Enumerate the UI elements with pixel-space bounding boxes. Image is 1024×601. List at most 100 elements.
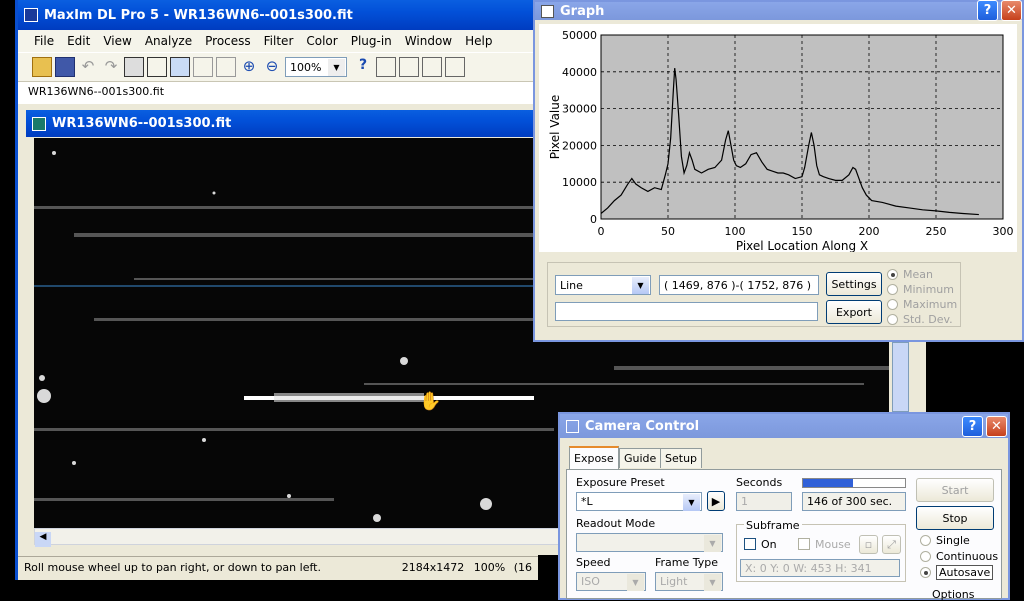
camera-help-button[interactable]: ? (962, 416, 983, 437)
zoom-out-icon[interactable]: ⊖ (262, 57, 282, 77)
save-icon[interactable] (55, 57, 75, 77)
exposure-preset-select[interactable]: *L ▼ (576, 492, 702, 511)
status-bar: Roll mouse wheel up to pan right, or dow… (18, 556, 538, 578)
crop-icon[interactable] (147, 57, 167, 77)
continuous-radio[interactable]: Continuous (920, 549, 998, 564)
stat-option-std-dev-[interactable]: Std. Dev. (887, 312, 957, 327)
camera-app-icon (566, 419, 579, 433)
status-zoom: 100% (473, 561, 506, 574)
readout-mode-select[interactable]: ▼ (576, 533, 723, 552)
main-title-bar[interactable]: MaxIm DL Pro 5 - WR136WN6--001s300.fit (18, 0, 538, 30)
speed-label: Speed (576, 556, 611, 569)
menu-item-process[interactable]: Process (205, 34, 251, 48)
preset-play-button[interactable]: ▶ (707, 491, 725, 511)
menu-item-window[interactable]: Window (405, 34, 452, 48)
menu-item-filter[interactable]: Filter (264, 34, 294, 48)
tab-expose[interactable]: Expose (569, 446, 619, 469)
image-icon[interactable] (124, 57, 144, 77)
radio-icon (887, 299, 898, 310)
subframe-select-icon[interactable]: ▫ (859, 535, 878, 554)
tab-setup[interactable]: Setup (660, 448, 703, 468)
x-tick-label: 50 (661, 225, 675, 238)
graph-app-icon (541, 4, 554, 18)
redo-icon[interactable]: ↷ (101, 57, 121, 77)
speed-select[interactable]: ISO ▼ (576, 572, 646, 591)
autosave-radio[interactable]: Autosave (920, 565, 994, 580)
hand-cursor-icon: ✋ (419, 391, 442, 412)
stat-option-maximum[interactable]: Maximum (887, 297, 957, 312)
x-tick-label: 100 (725, 225, 746, 238)
menu-item-color[interactable]: Color (306, 34, 337, 48)
menu-item-edit[interactable]: Edit (67, 34, 90, 48)
frame-type-select[interactable]: Light ▼ (655, 572, 723, 591)
levels-icon[interactable] (399, 57, 419, 77)
stop-button[interactable]: Stop (916, 506, 994, 530)
export-button[interactable]: Export (826, 300, 882, 324)
graph-title: Graph (560, 3, 605, 19)
statistic-options: Mean Minimum Maximum Std. Dev. (887, 267, 957, 327)
menu-item-analyze[interactable]: Analyze (145, 34, 192, 48)
undo-icon[interactable]: ↶ (78, 57, 98, 77)
camera-control-window: Camera Control ? ✕ Expose Guide Setup Ex… (558, 412, 1010, 601)
exposure-preset-label: Exposure Preset (576, 476, 665, 489)
camera-title: Camera Control (585, 418, 700, 434)
graph-window: Graph ? ✕ 0 50 100 150 200 250 300 0 10000 20000 3… (533, 0, 1024, 342)
options-label[interactable]: Options (932, 588, 974, 601)
start-button[interactable]: Start (916, 478, 994, 502)
menu-bar: File Edit View Analyze Process Filter Color Plu… (18, 30, 538, 52)
help-icon[interactable]: ? (353, 57, 373, 77)
status-more: (16 (513, 561, 532, 574)
y-tick-label: 0 (590, 213, 597, 226)
camera-title-bar[interactable]: Camera Control (560, 414, 1008, 438)
radio-icon (920, 535, 931, 546)
menu-item-plug-in[interactable]: Plug-in (351, 34, 392, 48)
subframe-coords-field: X: 0 Y: 0 W: 453 H: 341 (740, 559, 900, 577)
readout-mode-label: Readout Mode (576, 517, 656, 530)
hand-icon[interactable] (193, 57, 213, 77)
calibrate-icon[interactable] (422, 57, 442, 77)
tab-guide[interactable]: Guide (619, 448, 662, 468)
document-tab[interactable]: WR136WN6--001s300.fit (18, 82, 538, 104)
subframe-full-icon[interactable]: ⤢ (882, 535, 901, 554)
chevron-down-icon: ▼ (683, 494, 700, 511)
profile-line-chart: 0 50 100 150 200 250 300 0 10000 20000 30000 40000 5… (548, 29, 1014, 253)
y-tick-label: 10000 (562, 176, 597, 189)
menu-item-file[interactable]: File (34, 34, 54, 48)
open-icon[interactable] (32, 57, 52, 77)
graph-title-bar[interactable]: Graph (535, 2, 1022, 20)
settings-button[interactable]: Settings (826, 272, 882, 296)
chevron-down-icon: ▼ (632, 277, 649, 294)
menu-item-help[interactable]: Help (465, 34, 492, 48)
x-tick-label: 200 (859, 225, 880, 238)
frame-type-label: Frame Type (655, 556, 719, 569)
vertical-scrollbar[interactable] (892, 342, 909, 412)
status-hint: Roll mouse wheel up to pan right, or dow… (24, 561, 321, 574)
single-radio[interactable]: Single (920, 533, 970, 548)
pan-tool-icon[interactable] (170, 57, 190, 77)
zoom-select[interactable]: 100% ▼ (285, 57, 347, 77)
properties-icon[interactable] (216, 57, 236, 77)
radio-icon (887, 269, 898, 280)
radio-icon (920, 551, 931, 562)
screen-stretch-icon[interactable] (376, 57, 396, 77)
graph-mode-select[interactable]: Line ▼ (555, 275, 651, 295)
graph-close-button[interactable]: ✕ (1001, 0, 1022, 21)
horizontal-scrollbar[interactable]: ◀ (34, 528, 559, 547)
seconds-stepper[interactable]: 1 (736, 492, 792, 511)
chevron-down-icon: ▼ (328, 59, 345, 76)
measure-icon[interactable] (445, 57, 465, 77)
subframe-on-checkbox[interactable] (744, 538, 756, 550)
camera-close-button[interactable]: ✕ (986, 416, 1007, 437)
scroll-left-icon[interactable]: ◀ (35, 532, 51, 547)
radio-icon (887, 314, 898, 325)
stat-option-mean[interactable]: Mean (887, 267, 957, 282)
x-tick-label: 0 (598, 225, 605, 238)
menu-item-view[interactable]: View (103, 34, 131, 48)
mouse-label: Mouse (815, 538, 851, 551)
y-tick-label: 50000 (562, 29, 597, 42)
mouse-checkbox[interactable] (798, 538, 810, 550)
stat-option-minimum[interactable]: Minimum (887, 282, 957, 297)
help-button[interactable]: ? (977, 0, 998, 21)
x-tick-label: 250 (926, 225, 947, 238)
zoom-in-icon[interactable]: ⊕ (239, 57, 259, 77)
